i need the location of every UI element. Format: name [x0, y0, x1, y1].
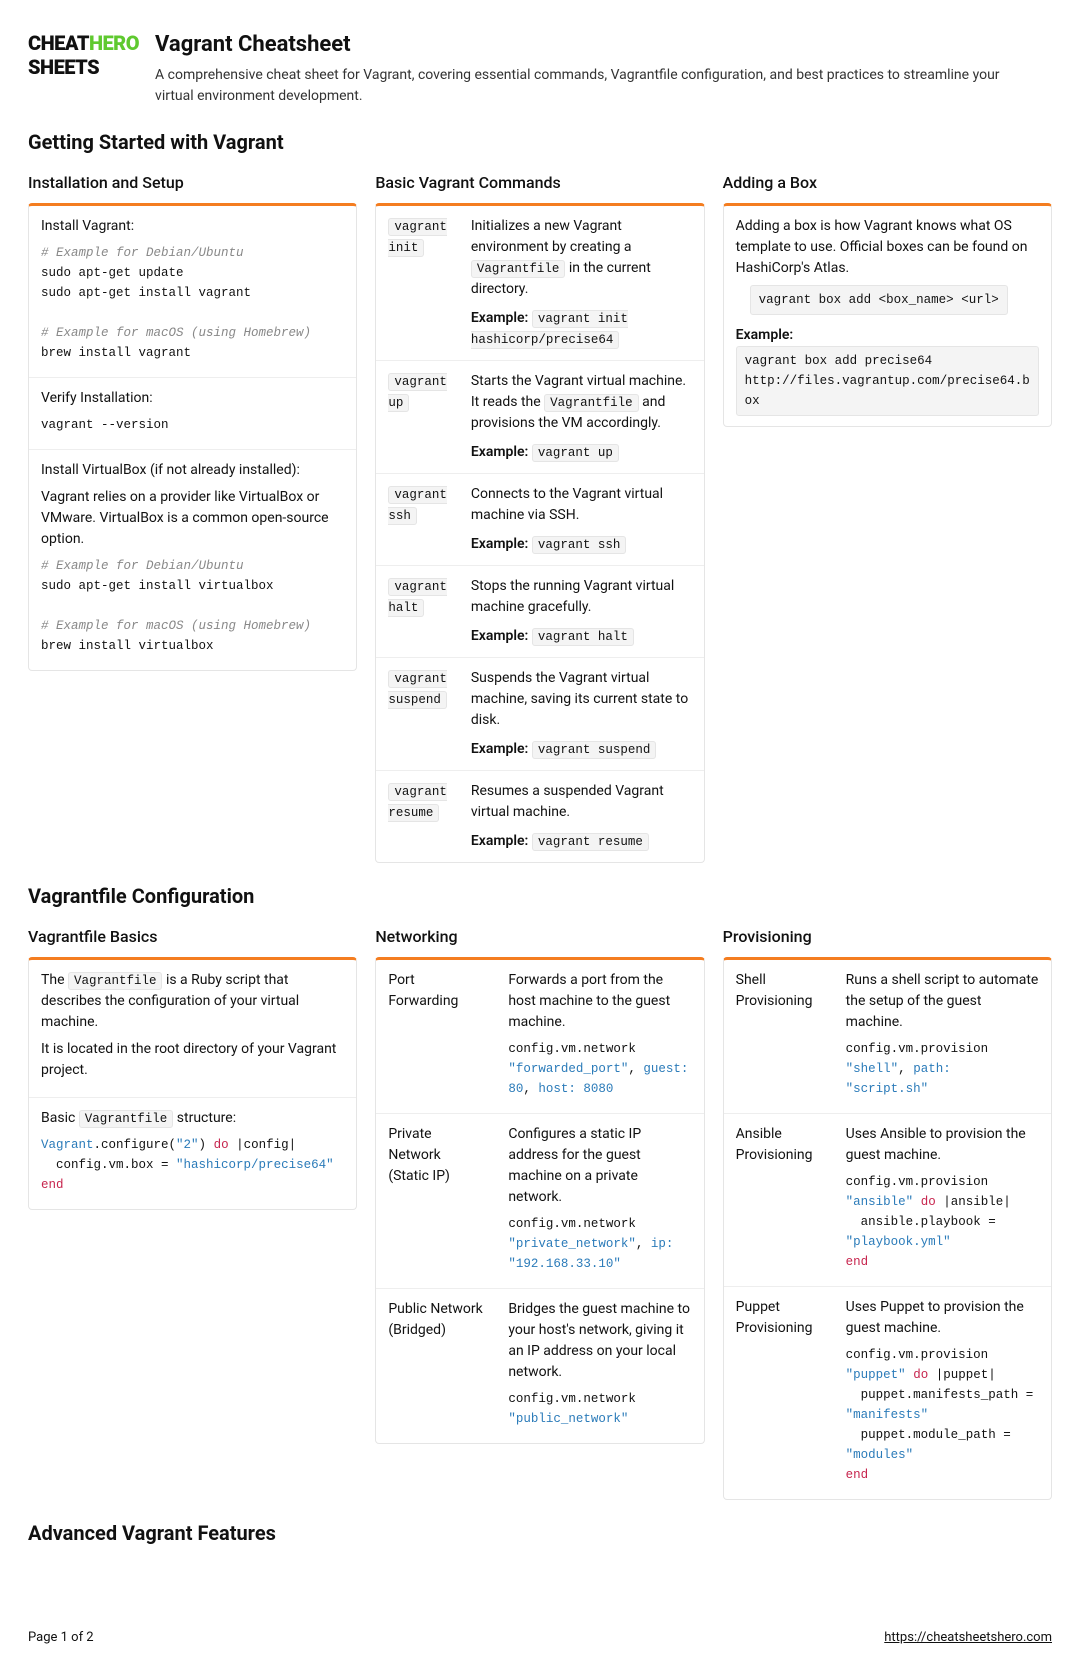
- card-adding-box: Adding a box is how Vagrant knows what O…: [723, 203, 1052, 427]
- table-row: Private Network (Static IP) Configures a…: [376, 1114, 703, 1289]
- card-title: Provisioning: [723, 925, 1052, 949]
- card-title: Vagrantfile Basics: [28, 925, 357, 949]
- card-title: Basic Vagrant Commands: [375, 171, 704, 195]
- table-row: Shell Provisioning Runs a shell script t…: [724, 960, 1051, 1114]
- card-title: Adding a Box: [723, 171, 1052, 195]
- page-footer: Page 1 of 2 https://cheatsheetshero.com: [28, 1628, 1052, 1648]
- section-heading: Vagrantfile Configuration: [28, 881, 1052, 911]
- card-vagrantfile-basics: The Vagrantfile is a Ruby script that de…: [28, 957, 357, 1210]
- card-networking: Port Forwarding Forwards a port from the…: [375, 957, 704, 1444]
- page-header: CHEATHERO SHEETS Vagrant Cheatsheet A co…: [28, 28, 1052, 107]
- table-row: vagrant resume Resumes a suspended Vagra…: [376, 771, 703, 863]
- card-installation: Install Vagrant: # Example for Debian/Ub…: [28, 203, 357, 671]
- card-title: Networking: [375, 925, 704, 949]
- table-row: vagrant halt Stops the running Vagrant v…: [376, 566, 703, 658]
- page-subtitle: A comprehensive cheat sheet for Vagrant,…: [155, 65, 1005, 107]
- section-heading: Advanced Vagrant Features: [28, 1518, 1052, 1548]
- table-row: Public Network (Bridged) Bridges the gue…: [376, 1289, 703, 1444]
- card-basic-commands: vagrant init Initializes a new Vagrant e…: [375, 203, 704, 863]
- page-title: Vagrant Cheatsheet: [155, 28, 1005, 61]
- card-provisioning: Shell Provisioning Runs a shell script t…: [723, 957, 1052, 1500]
- table-row: Port Forwarding Forwards a port from the…: [376, 960, 703, 1114]
- card-title: Installation and Setup: [28, 171, 357, 195]
- table-row: vagrant up Starts the Vagrant virtual ma…: [376, 361, 703, 474]
- section-heading: Getting Started with Vagrant: [28, 127, 1052, 157]
- table-row: vagrant init Initializes a new Vagrant e…: [376, 206, 703, 361]
- table-row: vagrant suspend Suspends the Vagrant vir…: [376, 658, 703, 771]
- table-row: Puppet Provisioning Uses Puppet to provi…: [724, 1287, 1051, 1500]
- table-row: Ansible Provisioning Uses Ansible to pro…: [724, 1114, 1051, 1287]
- table-row: vagrant ssh Connects to the Vagrant virt…: [376, 474, 703, 566]
- page-indicator: Page 1 of 2: [28, 1628, 94, 1648]
- footer-link[interactable]: https://cheatsheetshero.com: [884, 1628, 1052, 1648]
- logo: CHEATHERO SHEETS: [28, 28, 139, 82]
